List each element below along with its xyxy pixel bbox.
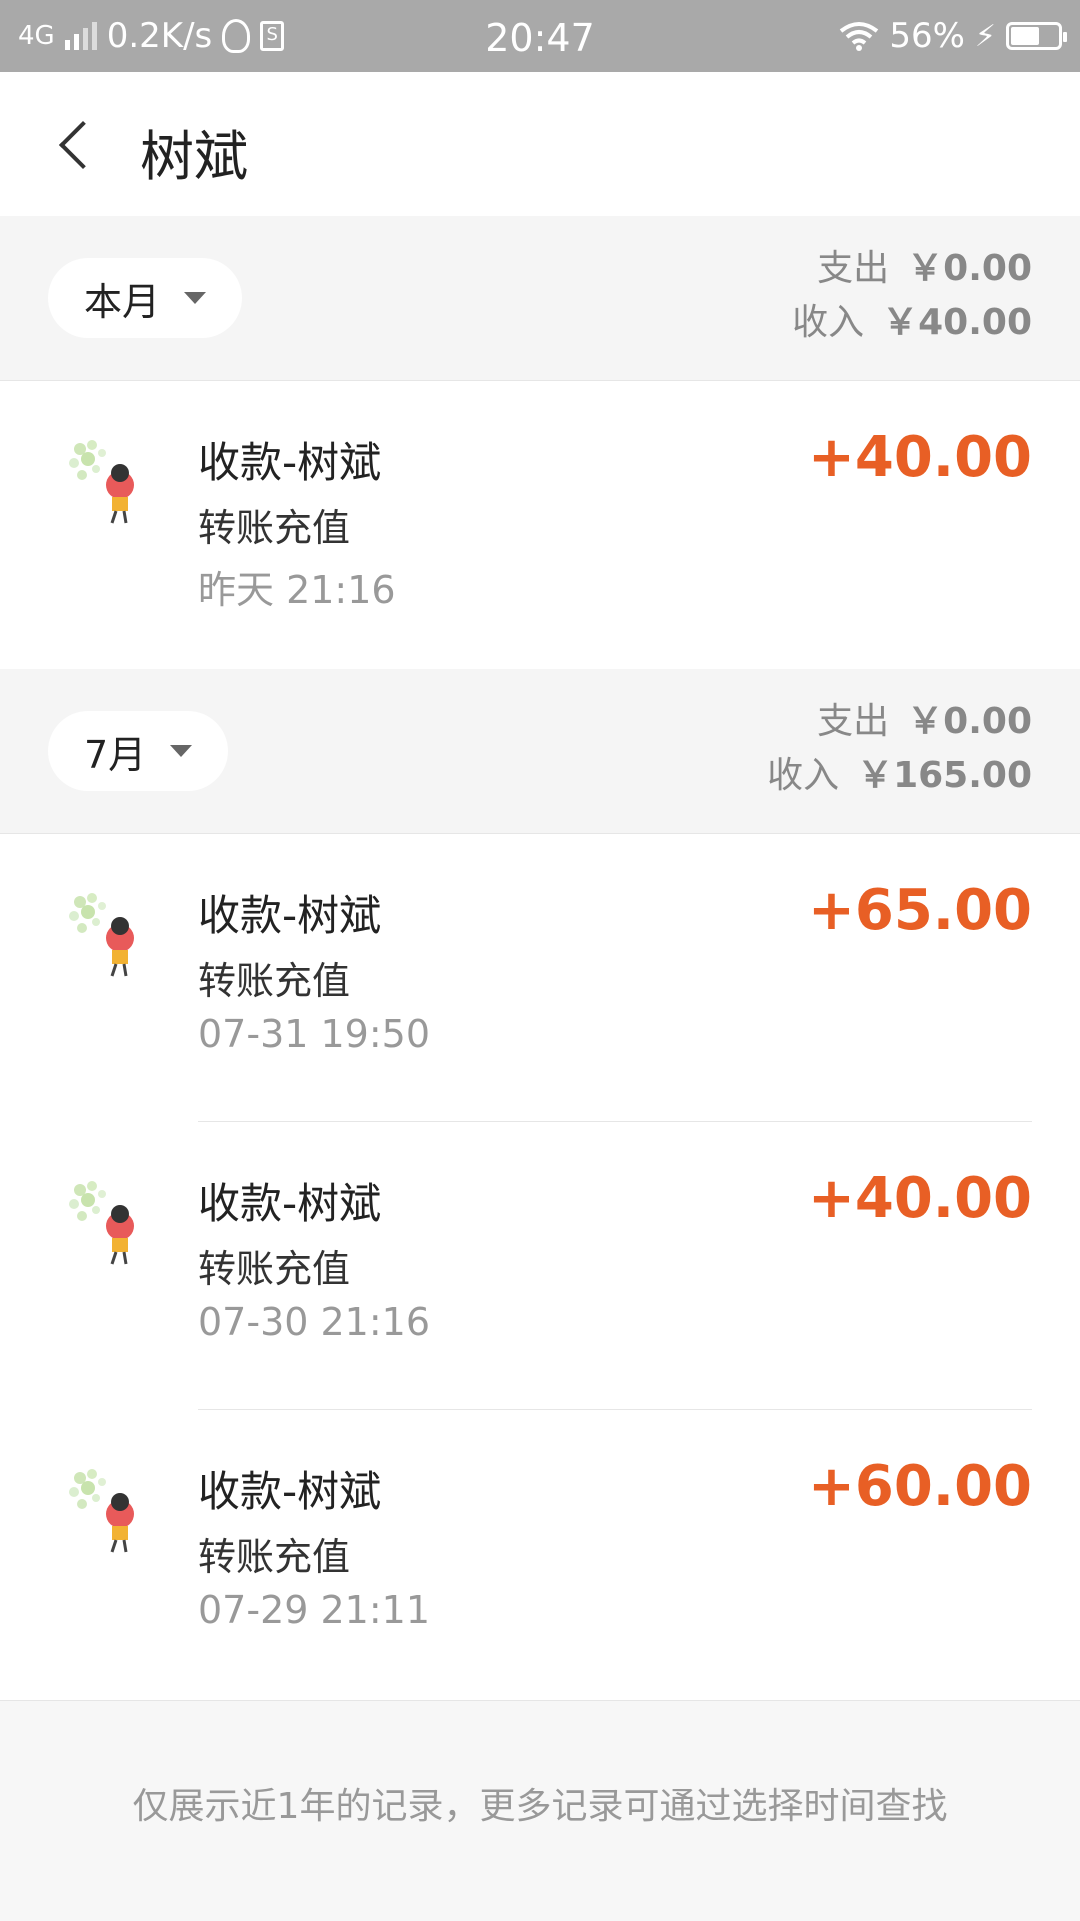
income-label: 收入	[767, 755, 840, 796]
transaction-type: 转账充值	[198, 506, 351, 550]
records-note: 仅展示近1年的记录，更多记录可通过选择时间查找	[132, 1786, 948, 1827]
transaction-title: 收款-树斌	[198, 1467, 382, 1516]
period-totals: 支出 ￥0.00 收入 ￥40.00	[792, 242, 1032, 350]
transaction-type: 转账充值	[198, 1247, 351, 1291]
transaction-row[interactable]: 收款-树斌 转账充值 昨天 21:16 +40.00	[0, 381, 1080, 669]
expense-amount: ￥0.00	[907, 248, 1032, 289]
period-label: 本月	[84, 279, 161, 324]
expense-total: 支出 ￥0.00	[792, 242, 1032, 296]
caret-down-icon	[170, 745, 193, 757]
wifi-icon	[840, 22, 879, 51]
period-select-button[interactable]: 7月	[48, 711, 229, 791]
page-title: 树斌	[140, 125, 248, 188]
status-right: 56% ⚡	[839, 0, 1067, 72]
back-button[interactable]	[50, 116, 106, 172]
transaction-amount: +40.00	[807, 1166, 1032, 1231]
transaction-amount: +40.00	[807, 425, 1032, 490]
transaction-time: 07-30 21:16	[198, 1300, 431, 1344]
month-section-header: 本月 支出 ￥0.00 收入 ￥40.00	[0, 216, 1080, 381]
expense-amount: ￥0.00	[907, 701, 1032, 742]
income-amount: ￥40.00	[882, 302, 1032, 343]
avatar	[69, 893, 134, 977]
transaction-type: 转账充值	[198, 959, 351, 1003]
month-section-header: 7月 支出 ￥0.00 收入 ￥165.00	[0, 669, 1080, 834]
income-label: 收入	[792, 302, 865, 343]
period-totals: 支出 ￥0.00 收入 ￥165.00	[767, 695, 1032, 803]
transaction-time: 07-29 21:11	[198, 1588, 431, 1632]
income-total: 收入 ￥40.00	[792, 296, 1032, 350]
transaction-title: 收款-树斌	[198, 438, 382, 487]
expense-total: 支出 ￥0.00	[767, 695, 1032, 749]
transaction-amount: +65.00	[807, 878, 1032, 943]
expense-label: 支出	[817, 701, 890, 742]
battery-percent: 56%	[889, 16, 965, 56]
transaction-time: 07-31 19:50	[198, 1012, 431, 1056]
transaction-type: 转账充值	[198, 1535, 351, 1579]
avatar	[69, 1469, 134, 1553]
period-label: 7月	[84, 732, 147, 777]
transaction-title: 收款-树斌	[198, 891, 382, 940]
transaction-row[interactable]: 收款-树斌 转账充值 07-30 21:16 +40.00	[0, 1122, 1080, 1410]
avatar	[69, 1181, 134, 1265]
transaction-amount: +60.00	[807, 1454, 1032, 1519]
income-amount: ￥165.00	[857, 755, 1032, 796]
transaction-title: 收款-树斌	[198, 1179, 382, 1228]
transaction-time: 昨天 21:16	[198, 568, 396, 612]
caret-down-icon	[184, 292, 207, 304]
transaction-row[interactable]: 收款-树斌 转账充值 07-29 21:11 +60.00	[0, 1410, 1080, 1698]
charging-icon: ⚡	[974, 18, 996, 54]
income-total: 收入 ￥165.00	[767, 749, 1032, 803]
status-bar: 4G 0.2K/s S 20:47 56% ⚡	[0, 0, 1080, 72]
expense-label: 支出	[817, 248, 890, 289]
top-app-bar: 树斌	[0, 72, 1080, 217]
transaction-row[interactable]: 收款-树斌 转账充值 07-31 19:50 +65.00	[0, 834, 1080, 1122]
footer: 仅展示近1年的记录，更多记录可通过选择时间查找	[0, 1700, 1080, 1921]
period-select-button[interactable]: 本月	[48, 258, 243, 338]
battery-icon	[1006, 22, 1067, 50]
avatar	[69, 440, 134, 524]
